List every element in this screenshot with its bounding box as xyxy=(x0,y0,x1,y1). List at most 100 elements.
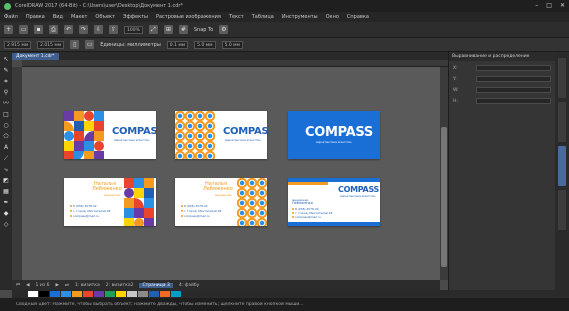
import-icon[interactable]: ⇩ xyxy=(94,25,103,34)
fullscreen-icon[interactable]: ⤢ xyxy=(148,25,158,34)
portrait-icon[interactable]: ▯ xyxy=(70,40,80,49)
business-card-back-1[interactable]: Наталья Лебяженко менеджер 8 (936) 4578-… xyxy=(64,178,156,226)
docker-tab-align[interactable] xyxy=(558,146,566,186)
duplicate-x-field[interactable]: 5.0 мм xyxy=(194,40,216,49)
landscape-icon[interactable]: ▭ xyxy=(85,40,95,49)
polygon-tool-icon[interactable]: ⬠ xyxy=(2,133,10,141)
docker-tab-objects[interactable] xyxy=(558,190,566,230)
units-label[interactable]: Единицы: миллиметры xyxy=(100,42,161,48)
x-field[interactable] xyxy=(476,65,551,71)
freehand-tool-icon[interactable]: 〰 xyxy=(2,100,10,108)
page-tab-active[interactable]: Страница 3 xyxy=(139,282,173,288)
print-icon[interactable]: ⎙ xyxy=(49,25,58,34)
color-swatch[interactable] xyxy=(116,291,126,297)
snap-to-label[interactable]: Snap To xyxy=(194,27,213,33)
page-counter: 1 из 6 xyxy=(35,282,50,288)
text-tool-icon[interactable]: A xyxy=(2,144,10,152)
close-icon[interactable]: ✕ xyxy=(560,2,565,9)
menu-table[interactable]: Таблица xyxy=(252,14,274,20)
business-card-front-2[interactable]: COMPASS маркетинговое агентство xyxy=(175,111,267,159)
new-document-icon[interactable]: + xyxy=(4,25,13,34)
color-swatch[interactable] xyxy=(83,291,93,297)
drawing-canvas[interactable]: COMPASS маркетинговое агентство COMPASS … xyxy=(22,67,448,280)
property-bar: 2.915 мм 2.015 мм ▯ ▭ Единицы: миллиметр… xyxy=(0,38,569,52)
color-swatch[interactable] xyxy=(127,291,137,297)
prev-page-icon[interactable]: ◀ xyxy=(26,283,29,288)
eyedropper-tool-icon[interactable]: ✒ xyxy=(2,199,10,207)
last-page-icon[interactable]: ⏭ xyxy=(65,282,69,288)
rulers-icon[interactable]: ⊞ xyxy=(163,25,173,34)
save-icon[interactable]: ▪ xyxy=(34,25,43,34)
w-field[interactable] xyxy=(476,87,551,93)
page-tab[interactable]: 1: визитка xyxy=(75,283,100,288)
ellipse-tool-icon[interactable]: ○ xyxy=(2,122,10,130)
business-card-front-1[interactable]: COMPASS маркетинговое агентство xyxy=(64,111,156,159)
business-card-front-3[interactable]: COMPASS маркетинговое агентство xyxy=(288,111,380,159)
first-page-icon[interactable]: ⏮ xyxy=(16,282,20,288)
page-tab[interactable]: 4: фэйбу xyxy=(179,283,200,288)
menu-layout[interactable]: Макет xyxy=(71,14,87,20)
color-swatch[interactable] xyxy=(72,291,82,297)
menu-tools[interactable]: Инструменты xyxy=(282,14,318,20)
minimize-icon[interactable]: – xyxy=(535,2,538,9)
vertical-scrollbar[interactable] xyxy=(440,67,448,280)
color-swatch[interactable] xyxy=(61,291,71,297)
crop-tool-icon[interactable]: ⌗ xyxy=(2,78,10,86)
duplicate-y-field[interactable]: 5.0 мм xyxy=(221,40,243,49)
settings-gear-icon[interactable]: ⚙ xyxy=(219,25,229,34)
grid-icon[interactable]: # xyxy=(178,25,188,34)
export-icon[interactable]: ⇧ xyxy=(109,25,118,34)
page-tab[interactable]: 2: визитка2 xyxy=(106,283,134,288)
h-field[interactable] xyxy=(476,98,551,104)
geometric-pattern xyxy=(124,178,156,226)
menu-file[interactable]: Файл xyxy=(4,14,18,20)
page-height-field[interactable]: 2.015 мм xyxy=(37,40,65,49)
title-bar: CorelDRAW 2017 (64-Bit) - C:\Users\user\… xyxy=(0,0,569,12)
shadow-tool-icon[interactable]: ◩ xyxy=(2,177,10,185)
status-bar: Сводный цвет: Нажмите, чтобы выбрать объ… xyxy=(0,298,569,311)
connector-tool-icon[interactable]: ⤷ xyxy=(2,166,10,174)
business-card-back-2[interactable]: Наталья Лебяженко менеджер 8 (936) 4578-… xyxy=(175,178,267,226)
transparency-tool-icon[interactable]: ▦ xyxy=(2,188,10,196)
menu-effects[interactable]: Эффекты xyxy=(123,14,148,20)
open-icon[interactable]: ▭ xyxy=(19,25,28,34)
menu-window[interactable]: Окно xyxy=(326,14,339,20)
color-swatch[interactable] xyxy=(94,291,104,297)
menu-edit[interactable]: Правка xyxy=(26,14,45,20)
scroll-thumb[interactable] xyxy=(441,127,447,267)
next-page-icon[interactable]: ▶ xyxy=(55,283,58,288)
color-swatch[interactable] xyxy=(138,291,148,297)
zoom-level-field[interactable]: 100% xyxy=(124,25,143,34)
tab-document[interactable]: Документ 1.cdr* xyxy=(12,53,59,60)
fill-tool-icon[interactable]: ◆ xyxy=(2,210,10,218)
rectangle-tool-icon[interactable]: □ xyxy=(2,111,10,119)
page-width-field[interactable]: 2.915 мм xyxy=(4,40,32,49)
color-swatch[interactable] xyxy=(39,291,49,297)
redo-icon[interactable]: ↷ xyxy=(79,25,88,34)
pick-tool-icon[interactable]: ↖ xyxy=(2,56,10,64)
color-swatch[interactable] xyxy=(50,291,60,297)
business-card-back-3[interactable]: COMPASS маркетинговое агентство менеджер… xyxy=(288,178,380,226)
maximize-icon[interactable]: □ xyxy=(546,2,552,9)
undo-icon[interactable]: ↶ xyxy=(64,25,73,34)
contact-address: г. Город, Мечтателей 28 xyxy=(70,209,110,213)
color-swatch[interactable] xyxy=(105,291,115,297)
color-swatch[interactable] xyxy=(149,291,159,297)
docker-tab-hints[interactable] xyxy=(558,58,566,98)
shape-tool-icon[interactable]: ✎ xyxy=(2,67,10,75)
color-swatch[interactable] xyxy=(28,291,38,297)
parallel-dimension-icon[interactable]: ⟋ xyxy=(2,155,10,163)
y-field[interactable] xyxy=(476,76,551,82)
menu-bitmaps[interactable]: Растровые изображения xyxy=(156,14,221,20)
menu-help[interactable]: Справка xyxy=(347,14,369,20)
circle-pattern xyxy=(175,111,215,159)
menu-text[interactable]: Текст xyxy=(229,14,244,20)
menu-object[interactable]: Объект xyxy=(95,14,115,20)
color-swatch[interactable] xyxy=(171,291,181,297)
smart-fill-icon[interactable]: ◇ xyxy=(2,221,10,229)
docker-tab-properties[interactable] xyxy=(558,102,566,142)
zoom-tool-icon[interactable]: ⚲ xyxy=(2,89,10,97)
color-swatch[interactable] xyxy=(160,291,170,297)
menu-view[interactable]: Вид xyxy=(53,14,63,20)
nudge-field[interactable]: 0.1 мм xyxy=(166,40,189,49)
